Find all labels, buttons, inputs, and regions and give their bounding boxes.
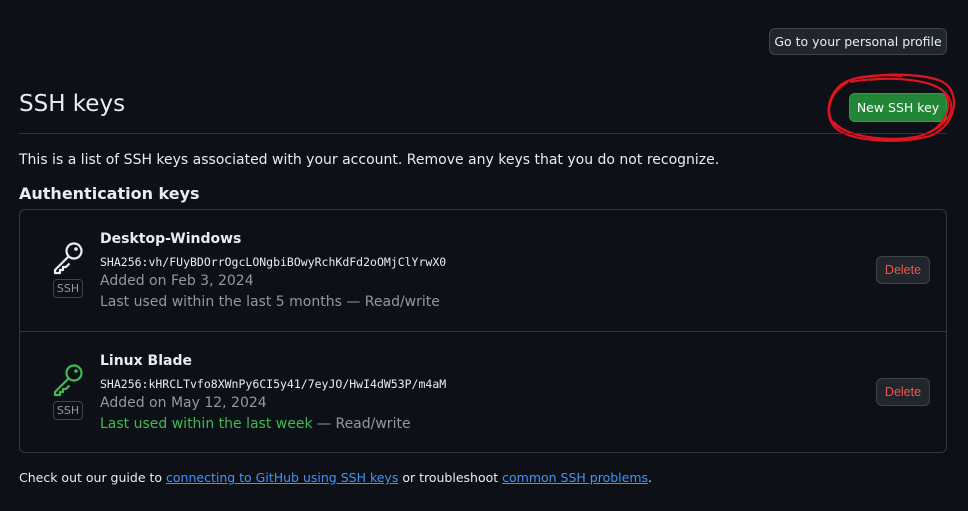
footer-middle: or troubleshoot bbox=[398, 470, 503, 485]
ssh-badge: SSH bbox=[53, 279, 83, 298]
intro-text: This is a list of SSH keys associated wi… bbox=[19, 152, 720, 168]
key-icon bbox=[53, 364, 83, 397]
key-access: — Read/write bbox=[346, 294, 440, 310]
ssh-key-row: SSH Desktop-Windows SHA256:vh/FUyBDOrrOg… bbox=[20, 210, 946, 332]
authentication-keys-heading: Authentication keys bbox=[19, 184, 200, 203]
delete-key-button[interactable]: Delete bbox=[876, 378, 930, 406]
key-icon bbox=[53, 242, 83, 275]
key-added-date: Added on Feb 3, 2024 bbox=[100, 273, 254, 289]
key-fingerprint: SHA256:kHRCLTvfo8XWnPy6CI5y41/7eyJO/HwI4… bbox=[100, 377, 447, 391]
footer-suffix: . bbox=[648, 470, 653, 485]
ssh-key-row: SSH Linux Blade SHA256:kHRCLTvfo8XWnPy6C… bbox=[20, 332, 946, 453]
go-to-profile-button[interactable]: Go to your personal profile bbox=[769, 28, 947, 55]
key-last-used-text: Last used within the last 5 months bbox=[100, 294, 342, 310]
key-fingerprint: SHA256:vh/FUyBDOrrOgcLONgbiBOwyRchKdFd2o… bbox=[100, 255, 447, 269]
key-last-used: Last used within the last week — Read/wr… bbox=[100, 416, 411, 432]
footer-prefix: Check out our guide to bbox=[19, 470, 167, 485]
page-title: SSH keys bbox=[19, 91, 126, 117]
key-access: — Read/write bbox=[317, 416, 411, 432]
delete-key-button[interactable]: Delete bbox=[876, 256, 930, 284]
ssh-key-list: SSH Desktop-Windows SHA256:vh/FUyBDOrrOg… bbox=[19, 209, 947, 453]
title-divider bbox=[19, 133, 947, 134]
key-added-date: Added on May 12, 2024 bbox=[100, 395, 267, 411]
ssh-guide-link[interactable]: connecting to GitHub using SSH keys bbox=[166, 470, 398, 485]
ssh-troubleshoot-link[interactable]: common SSH problems bbox=[502, 470, 648, 485]
key-last-used: Last used within the last 5 months — Rea… bbox=[100, 294, 440, 310]
new-ssh-key-button[interactable]: New SSH key bbox=[849, 93, 947, 122]
ssh-badge: SSH bbox=[53, 401, 83, 420]
key-name: Desktop-Windows bbox=[100, 231, 242, 247]
help-footer: Check out our guide to connecting to Git… bbox=[19, 470, 652, 485]
key-name: Linux Blade bbox=[100, 353, 192, 369]
key-last-used-text: Last used within the last week bbox=[100, 416, 313, 432]
ssh-keys-settings-page: Go to your personal profile SSH keys New… bbox=[0, 0, 968, 511]
